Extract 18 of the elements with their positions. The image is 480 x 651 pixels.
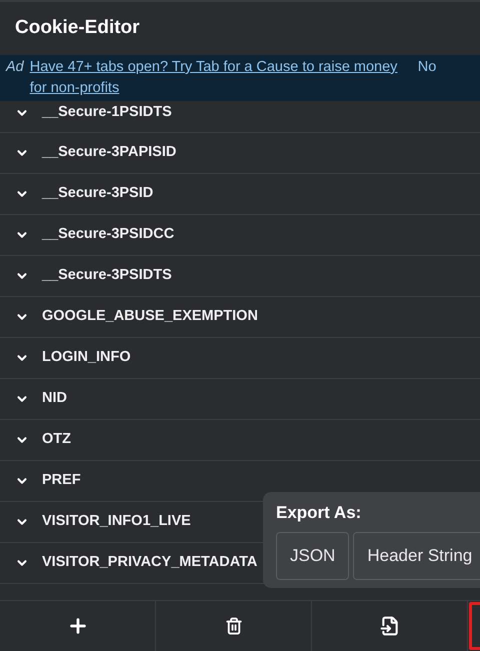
cookie-row[interactable]: __Secure-3PSIDCC — [0, 215, 480, 256]
file-arrow-icon — [380, 616, 400, 636]
cookie-row[interactable]: NID — [0, 379, 480, 420]
ad-label: Ad — [6, 58, 24, 77]
ad-side-text: No — [418, 58, 436, 77]
cookie-row[interactable]: __Secure-3PSIDTS — [0, 256, 480, 297]
cookie-row[interactable]: GOOGLE_ABUSE_EXEMPTION — [0, 297, 480, 338]
cookie-row[interactable]: __Secure-3PSID — [0, 174, 480, 215]
app-title: Cookie-Editor — [15, 16, 140, 40]
cookie-row[interactable]: LOGIN_INFO — [0, 338, 480, 379]
cookie-row[interactable]: __Secure-1PSIDTS — [0, 101, 480, 133]
cookie-row[interactable]: __Secure-3PAPISID — [0, 133, 480, 174]
cookie-row[interactable]: OTZ — [0, 420, 480, 461]
export-title: Export As: — [276, 502, 362, 524]
trash-icon — [224, 617, 242, 635]
ad-link[interactable]: Have 47+ tabs open? Try Tab for a Cause to raise money for non-profits — [30, 57, 410, 99]
export-option[interactable]: JSON — [276, 532, 350, 580]
export-option[interactable]: Header String — [353, 532, 480, 580]
